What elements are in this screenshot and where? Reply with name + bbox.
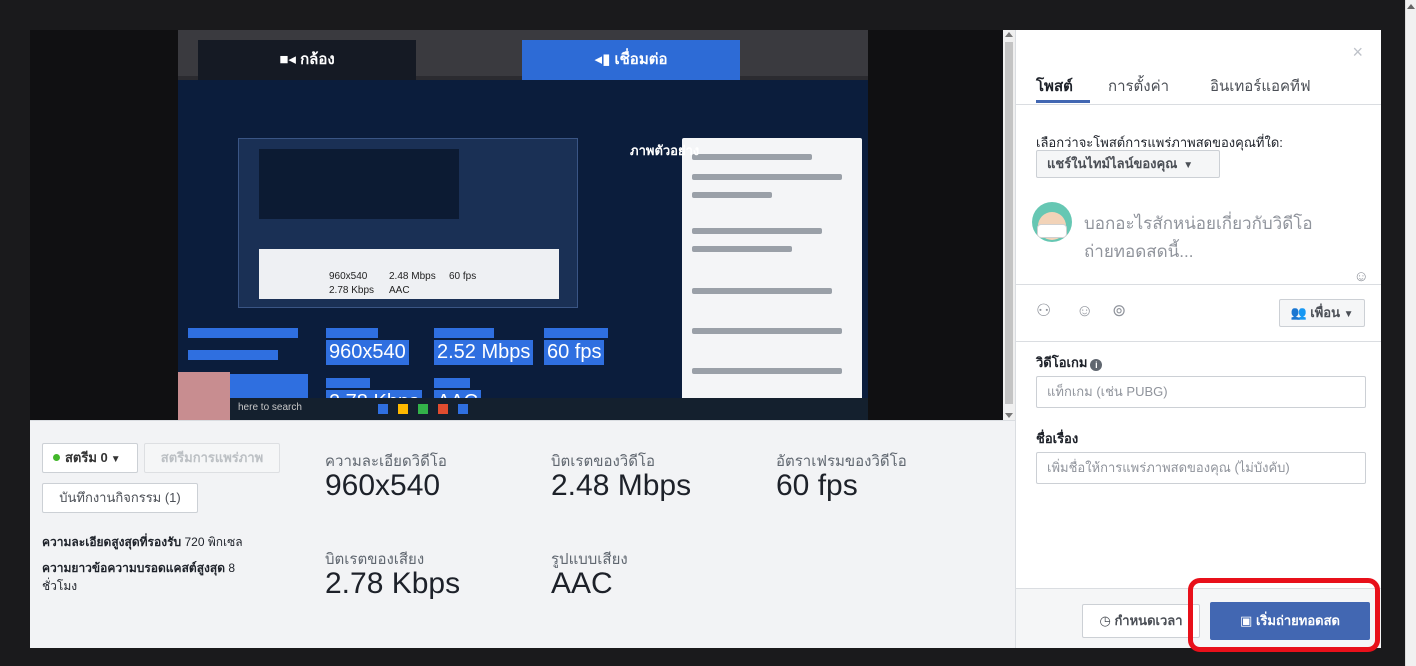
max-length-info: ความยาวข้อความบรอดแคสต์สูงสุด 8 ชั่วโมง xyxy=(42,561,236,593)
chevron-down-icon: ▼ xyxy=(1343,309,1354,320)
audio-format-value: AAC xyxy=(551,567,613,600)
emoji-icon[interactable]: ☺ xyxy=(1354,268,1369,285)
composer-actions: ⚇ ☺ ⊚ 👥 เพื่อน ▼ xyxy=(1016,285,1381,341)
scroll-down-icon[interactable] xyxy=(1005,413,1013,418)
preview-mini-stats: 960x540 2.48 Mbps 60 fps 2.78 Kbps AAC xyxy=(259,249,559,299)
post-composer[interactable]: บอกอะไรสักหน่อยเกี่ยวกับวิดีโอถ่ายทอดสดน… xyxy=(1016,190,1381,290)
stream-broadcast-button[interactable]: สตรีมการแพร่ภาพ xyxy=(144,443,280,473)
preview-nested-screen: 960x540 2.48 Mbps 60 fps 2.78 Kbps AAC xyxy=(238,138,578,308)
game-label: วิดีโอเกม i xyxy=(1036,352,1103,373)
preview-taskbar: here to search xyxy=(178,398,868,420)
game-tag-input[interactable]: แท็กเกม (เช่น PUBG) xyxy=(1036,376,1366,408)
stream-stats: สตรีม 0 ▼ สตรีมการแพร่ภาพ บันทึกงานกิจกรร… xyxy=(30,420,1015,648)
live-status-dot xyxy=(53,454,60,461)
webcam-thumbnail xyxy=(178,372,230,420)
location-pin-icon[interactable]: ⊚ xyxy=(1112,301,1126,321)
video-resolution-value: 960x540 xyxy=(325,469,441,502)
live-video-modal: 960x540 2.48 Mbps 60 fps 2.78 Kbps AAC 9… xyxy=(30,30,1381,648)
clock-icon: ◷ xyxy=(1099,613,1111,628)
friends-icon: 👥 xyxy=(1290,305,1307,320)
go-live-button[interactable]: ▣ เริ่มถ่ายทอดสด xyxy=(1210,602,1370,640)
tab-post[interactable]: โพสต์ xyxy=(1036,74,1073,98)
activity-log-button[interactable]: บันทึกงานกิจกรรม (1) xyxy=(42,483,198,513)
composer-placeholder[interactable]: บอกอะไรสักหน่อยเกี่ยวกับวิดีโอถ่ายทอดสดน… xyxy=(1084,210,1344,266)
title-input[interactable]: เพิ่มชื่อให้การแพร่ภาพสดของคุณ (ไม่บังคั… xyxy=(1036,452,1366,484)
post-destination-select[interactable]: แชร์ในไทม์ไลน์ของคุณ ▼ xyxy=(1036,150,1220,178)
camera-button[interactable]: ■◂ กล้อง xyxy=(198,40,416,80)
info-icon[interactable]: i xyxy=(1090,359,1103,371)
connect-button[interactable]: ◂▮ เชื่อมต่อ xyxy=(522,40,740,80)
close-icon[interactable]: × xyxy=(1352,42,1363,63)
audio-bitrate-value: 2.78 Kbps xyxy=(325,567,461,600)
video-preview: 960x540 2.48 Mbps 60 fps 2.78 Kbps AAC 9… xyxy=(30,30,1015,420)
live-video-icon: ▣ xyxy=(1240,613,1253,628)
add-person-icon[interactable]: ⚇ xyxy=(1036,301,1051,321)
preview-screen-content: 960x540 2.48 Mbps 60 fps 2.78 Kbps AAC 9… xyxy=(178,80,868,420)
tab-interactive[interactable]: อินเทอร์แอคทีฟ xyxy=(1210,74,1311,98)
preview-scrollbar[interactable] xyxy=(1003,30,1015,420)
page-scrollbar[interactable] xyxy=(1405,0,1416,666)
avatar xyxy=(1032,202,1072,242)
schedule-button[interactable]: ◷ กำหนดเวลา xyxy=(1082,604,1200,638)
scroll-up-icon[interactable] xyxy=(1407,4,1415,9)
max-resolution-info: ความละเอียดสูงสุดที่รองรับ 720 พิกเซล xyxy=(42,535,243,549)
chevron-down-icon: ▼ xyxy=(1183,160,1194,171)
scroll-up-icon[interactable] xyxy=(1005,32,1013,37)
preview-mini-panel xyxy=(682,138,862,420)
stream-select[interactable]: สตรีม 0 ▼ xyxy=(42,443,138,473)
video-bitrate-value: 2.48 Mbps xyxy=(551,469,692,502)
audience-select[interactable]: 👥 เพื่อน ▼ xyxy=(1279,299,1365,327)
preview-stream-image: 960x540 2.48 Mbps 60 fps 2.78 Kbps AAC 9… xyxy=(178,30,868,420)
title-label: ชื่อเรื่อง xyxy=(1036,431,1079,446)
post-settings-panel: × โพสต์ การตั้งค่า อินเทอร์แอคทีฟ เลือกว… xyxy=(1015,30,1381,648)
chevron-down-icon: ▼ xyxy=(110,454,121,465)
preview-label: ภาพตัวอย่าง xyxy=(630,143,700,158)
fps-value: 60 fps xyxy=(776,469,858,502)
tab-settings[interactable]: การตั้งค่า xyxy=(1108,74,1169,98)
smiley-icon[interactable]: ☺ xyxy=(1076,301,1093,321)
scroll-thumb[interactable] xyxy=(1005,42,1013,404)
active-tab-indicator xyxy=(1036,100,1090,103)
